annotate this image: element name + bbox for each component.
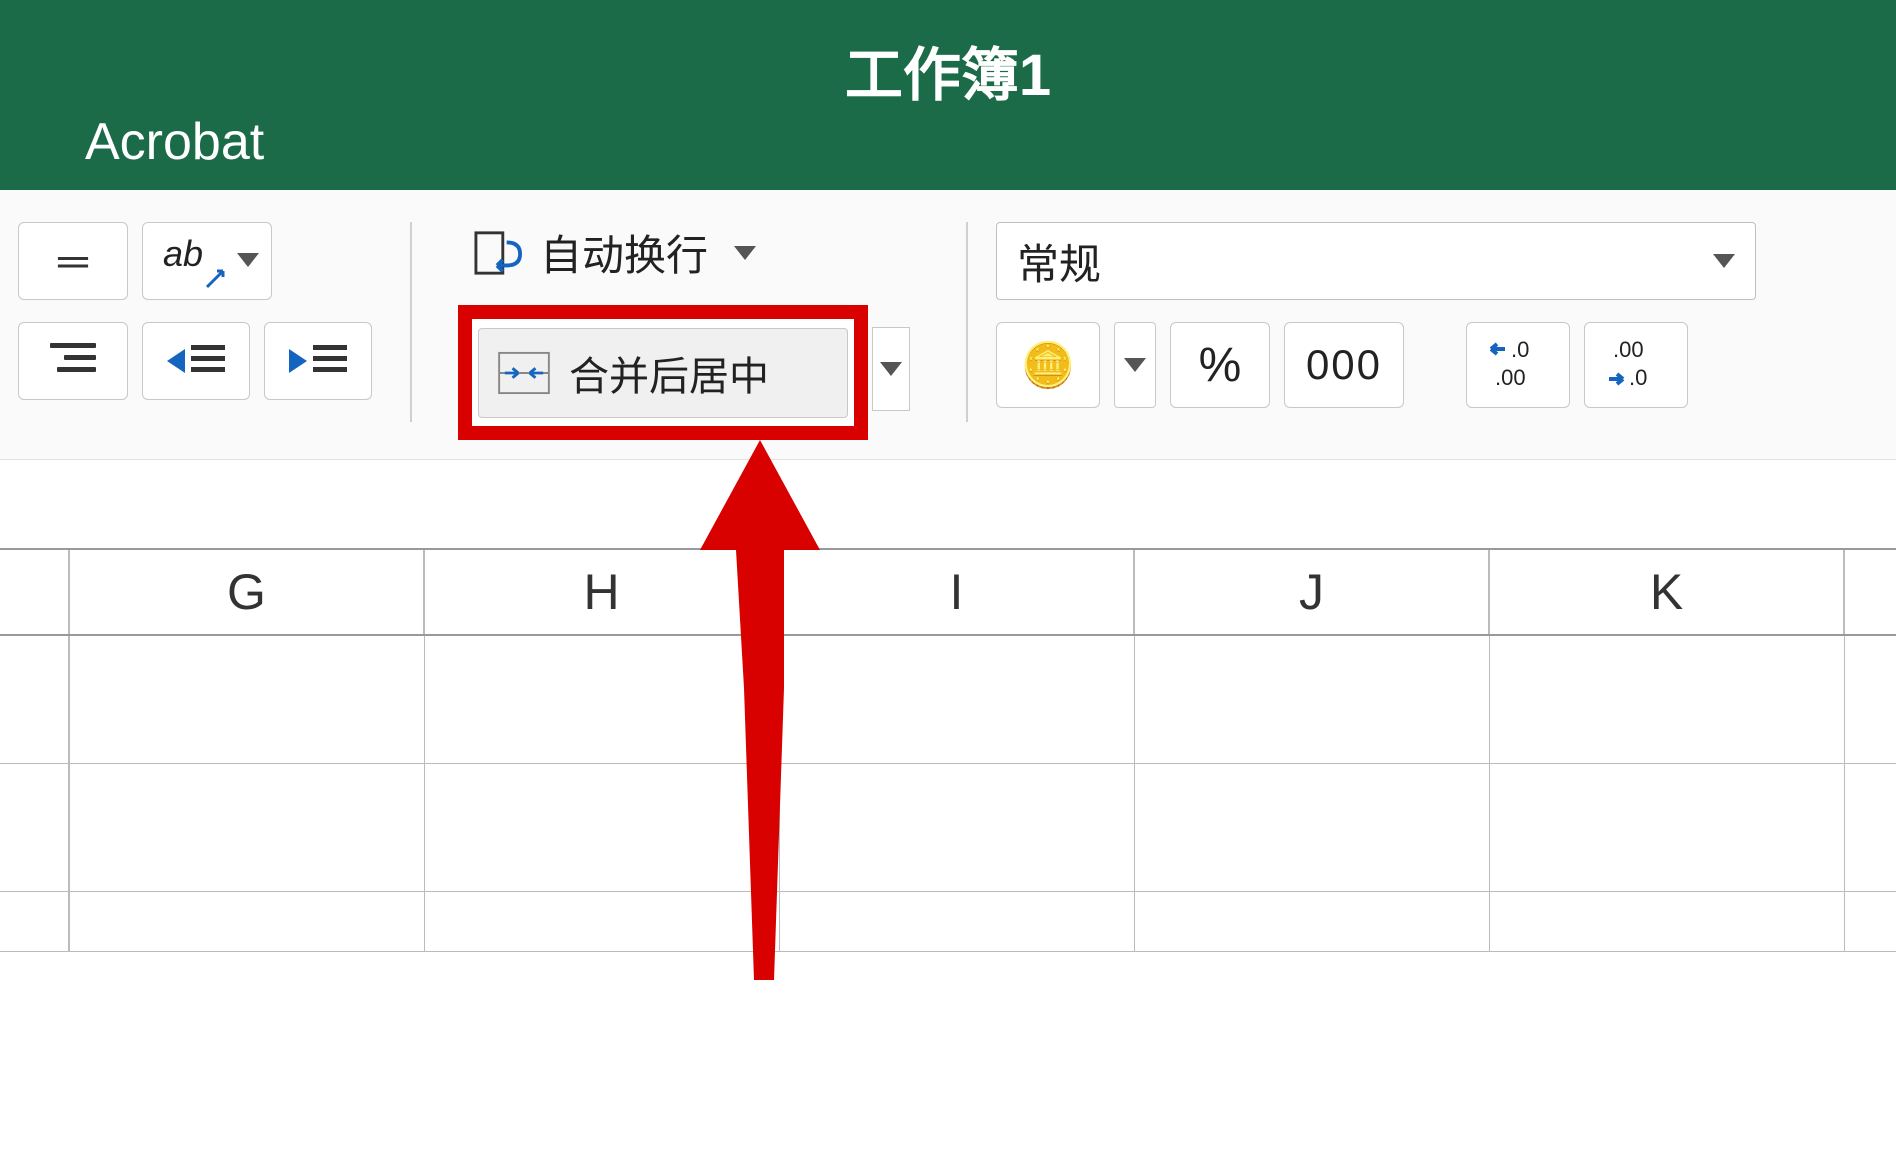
merge-center-button[interactable]: 合并后居中 [478, 328, 848, 418]
column-header[interactable]: I [780, 550, 1135, 634]
cell[interactable] [1490, 636, 1845, 763]
ribbon-toolbar: ═ ab [0, 190, 1896, 460]
merge-center-dropdown[interactable] [872, 327, 910, 411]
orientation-ab-icon: ab [163, 233, 203, 275]
align-left-button[interactable] [18, 322, 128, 400]
dropdown-caret-icon [734, 246, 756, 260]
align-right-icon [50, 343, 96, 379]
dropdown-caret-icon [1124, 358, 1146, 372]
increase-indent-icon [289, 345, 347, 378]
wrap-merge-group: 自动换行 合并后居中 [440, 222, 886, 422]
cell[interactable] [1135, 636, 1490, 763]
svg-text:.0: .0 [1629, 365, 1647, 390]
column-header[interactable]: K [1490, 550, 1845, 634]
decrease-decimal-icon: .00 .0 [1601, 335, 1671, 395]
thousands-button[interactable]: 000 [1284, 322, 1404, 408]
row-header-gutter [0, 550, 70, 634]
spreadsheet-grid: G H I J K [0, 548, 1896, 952]
column-headers-row: G H I J K [0, 548, 1896, 636]
align-middle-button[interactable]: ═ [18, 222, 128, 300]
row-header[interactable] [0, 892, 70, 951]
workbook-title: 工作簿1 [845, 28, 1051, 112]
cell[interactable] [70, 764, 425, 891]
row-header[interactable] [0, 764, 70, 891]
currency-icon: 🪙 [1021, 339, 1076, 391]
cell[interactable] [780, 764, 1135, 891]
percent-button[interactable]: % [1170, 322, 1270, 408]
row-header[interactable] [0, 636, 70, 763]
annotation-arrow [690, 440, 830, 1000]
orientation-arrow-icon [205, 265, 229, 289]
title-bar: 工作簿1 Acrobat [0, 0, 1896, 190]
column-header[interactable]: G [70, 550, 425, 634]
decrease-decimal-button[interactable]: .00 .0 [1584, 322, 1688, 408]
formula-bar-area [0, 460, 1896, 548]
orientation-button[interactable]: ab [142, 222, 272, 300]
merge-center-label: 合并后居中 [569, 344, 769, 402]
svg-text:.00: .00 [1613, 337, 1644, 362]
cell[interactable] [1135, 764, 1490, 891]
number-format-select[interactable]: 常规 [996, 222, 1756, 300]
increase-decimal-button[interactable]: .0 .00 [1466, 322, 1570, 408]
cell[interactable] [780, 636, 1135, 763]
wrap-text-icon [474, 229, 522, 277]
cell[interactable] [1490, 892, 1845, 951]
tab-acrobat[interactable]: Acrobat [85, 112, 264, 172]
svg-text:.00: .00 [1495, 365, 1526, 390]
dropdown-caret-icon [880, 362, 902, 376]
merge-center-highlight: 合并后居中 [458, 305, 868, 440]
grid-rows [0, 636, 1896, 952]
table-row [0, 892, 1896, 952]
dropdown-caret-icon [237, 253, 259, 267]
cell[interactable] [1490, 764, 1845, 891]
currency-button[interactable]: 🪙 [996, 322, 1100, 408]
cell[interactable] [70, 636, 425, 763]
cell[interactable] [70, 892, 425, 951]
wrap-text-label: 自动换行 [540, 222, 708, 283]
dropdown-caret-icon [1713, 254, 1735, 268]
group-divider [410, 222, 412, 422]
column-header[interactable]: J [1135, 550, 1490, 634]
table-row [0, 764, 1896, 892]
increase-decimal-icon: .0 .00 [1483, 335, 1553, 395]
cell[interactable] [1135, 892, 1490, 951]
cell[interactable] [780, 892, 1135, 951]
table-row [0, 636, 1896, 764]
number-format-label: 常规 [1017, 231, 1101, 292]
number-format-group: 常规 🪙 % 000 .0 .00 [996, 222, 1756, 408]
alignment-group: ═ ab [0, 222, 390, 422]
wrap-text-button[interactable]: 自动换行 [458, 222, 868, 283]
group-divider [966, 222, 968, 422]
merge-center-icon [497, 351, 551, 395]
increase-indent-button[interactable] [264, 322, 372, 400]
svg-text:.0: .0 [1511, 337, 1529, 362]
currency-dropdown[interactable] [1114, 322, 1156, 408]
decrease-indent-button[interactable] [142, 322, 250, 400]
decrease-indent-icon [167, 345, 225, 378]
